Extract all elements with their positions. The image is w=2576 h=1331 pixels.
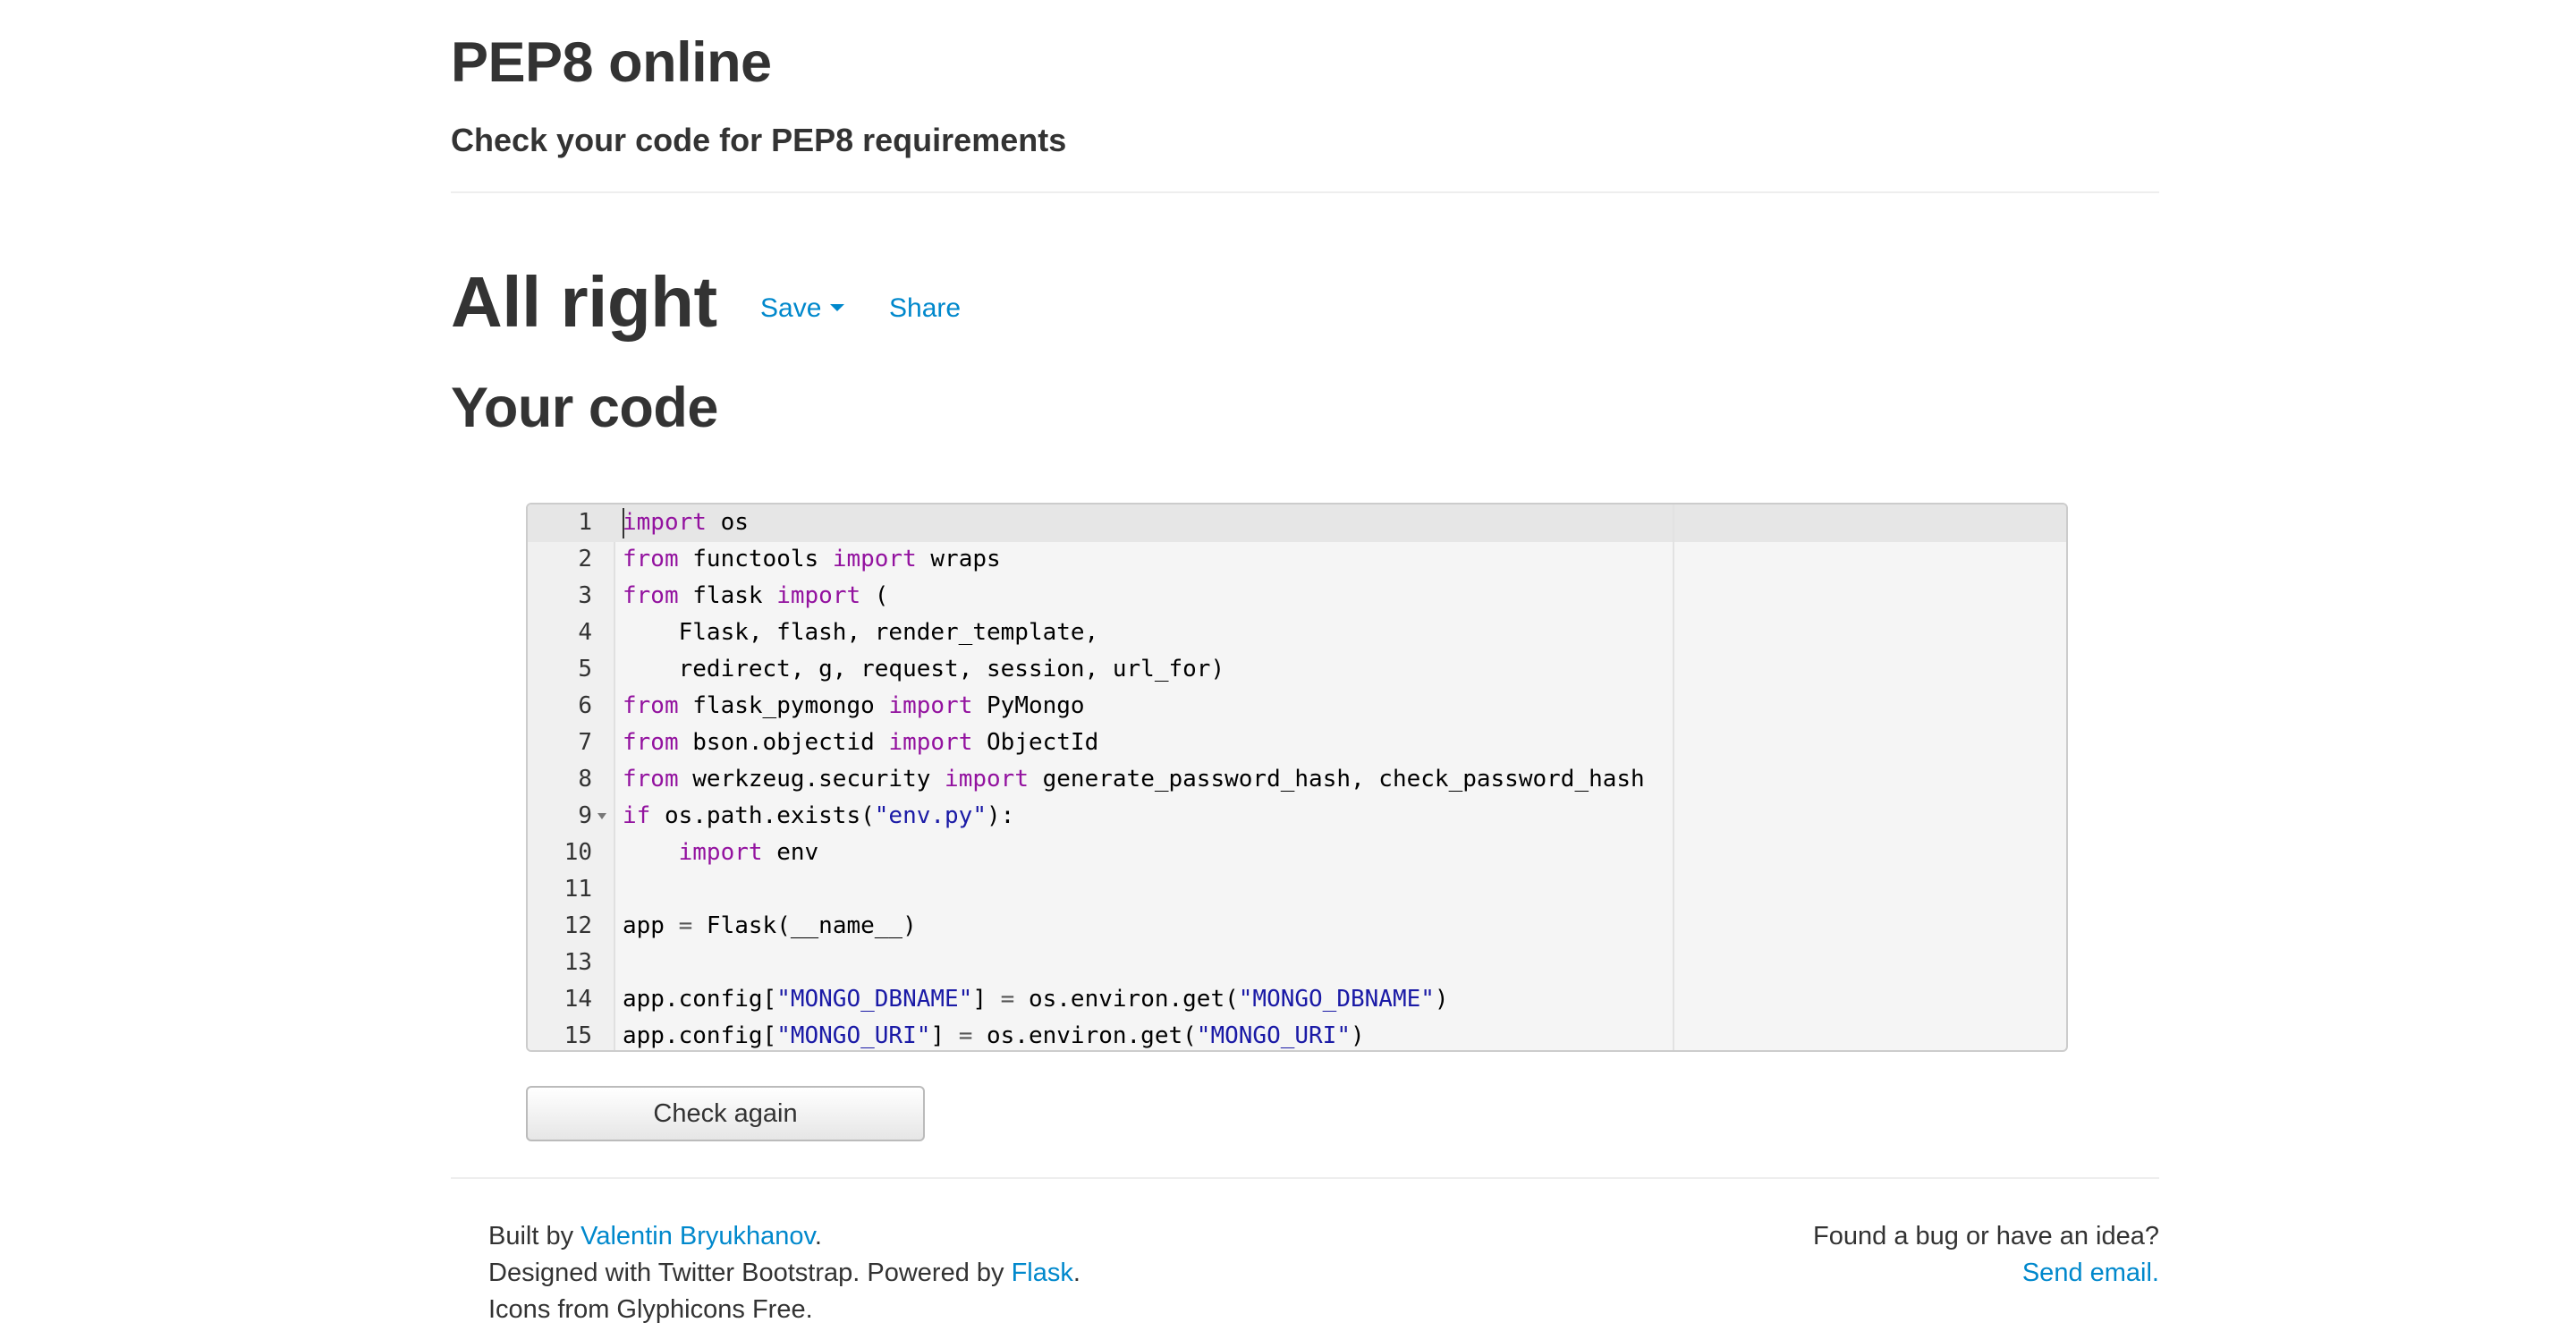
designed-with-line: Designed with Twitter Bootstrap. Powered… (488, 1259, 1080, 1287)
header-divider (451, 191, 2159, 193)
line-number: 14 (564, 986, 592, 1013)
footer-feedback: Found a bug or have an idea? Send email. (1813, 1218, 2159, 1292)
code-editor[interactable]: 1 import os 2 from functools import wrap… (526, 503, 2068, 1052)
send-email-link[interactable]: Send email. (2022, 1259, 2159, 1287)
save-dropdown-link[interactable]: Save (760, 293, 845, 324)
built-by-line: Built by Valentin Bryukhanov. (488, 1222, 822, 1250)
line-number: 12 (564, 912, 592, 939)
page-container: PEP8 online Check your code for PEP8 req… (451, 0, 2159, 1331)
caret-down-icon (830, 304, 845, 312)
line-number: 5 (578, 656, 592, 682)
bug-report-text: Found a bug or have an idea? (1813, 1222, 2159, 1250)
check-again-button[interactable]: Check again (526, 1086, 925, 1141)
code-line: 8 from werkzeug.security import generate… (528, 761, 2066, 798)
code-line: 11 (528, 871, 2066, 908)
line-number: 15 (564, 1022, 592, 1049)
fold-arrow-icon[interactable] (597, 813, 606, 819)
text-cursor (623, 508, 624, 538)
line-number: 7 (578, 729, 592, 756)
line-number: 9 (578, 802, 592, 829)
footer-credits: Built by Valentin Bryukhanov. Designed w… (488, 1218, 1080, 1328)
line-number: 6 (578, 692, 592, 719)
code-line: 5 redirect, g, request, session, url_for… (528, 651, 2066, 688)
site-title: PEP8 online (451, 31, 772, 94)
code-line: 13 (528, 945, 2066, 981)
code-line: 1 import os (528, 504, 2066, 541)
line-number: 8 (578, 766, 592, 793)
line-number: 13 (564, 949, 592, 976)
line-number: 11 (564, 876, 592, 903)
line-number: 3 (578, 582, 592, 609)
flask-link[interactable]: Flask (1012, 1259, 1073, 1287)
line-number: 2 (578, 546, 592, 572)
footer-divider (451, 1177, 2159, 1179)
author-link[interactable]: Valentin Bryukhanov (580, 1222, 815, 1250)
line-number: 10 (564, 839, 592, 866)
code-line: 15 app.config["MONGO_URI"] = os.environ.… (528, 1018, 2066, 1050)
site-subtitle: Check your code for PEP8 requirements (451, 122, 1067, 158)
line-number: 4 (578, 619, 592, 646)
code-line: 6 from flask_pymongo import PyMongo (528, 688, 2066, 725)
code-line: 14 app.config["MONGO_DBNAME"] = os.envir… (528, 981, 2066, 1018)
save-label: Save (760, 293, 822, 323)
code-line: 4 Flask, flash, render_template, (528, 615, 2066, 651)
code-heading: Your code (451, 377, 718, 439)
code-line: 7 from bson.objectid import ObjectId (528, 725, 2066, 761)
code-line: 3 from flask import ( (528, 578, 2066, 615)
code-line: 9 if os.path.exists("env.py"): (528, 798, 2066, 835)
share-link[interactable]: Share (889, 293, 961, 324)
code-line: 2 from functools import wraps (528, 541, 2066, 578)
code-line: 10 import env (528, 835, 2066, 871)
line-number: 1 (578, 509, 592, 536)
icons-credit-line: Icons from Glyphicons Free. (488, 1295, 813, 1324)
code-line: 12 app = Flask(__name__) (528, 908, 2066, 945)
result-title: All right (451, 262, 717, 342)
